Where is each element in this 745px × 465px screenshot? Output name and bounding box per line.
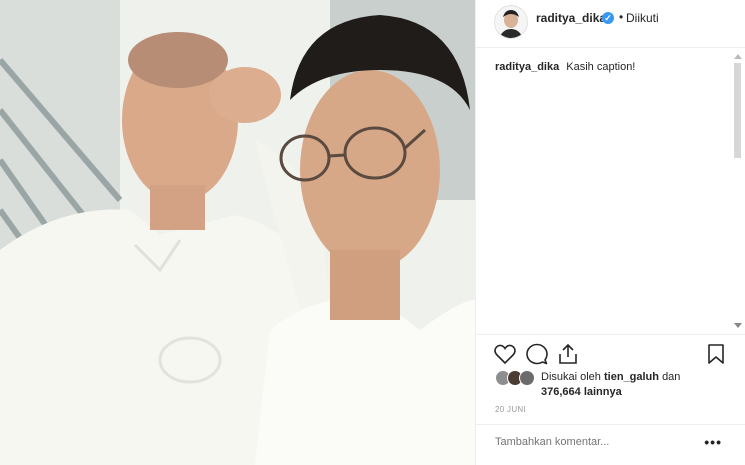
post-header: raditya_dika ✓ • Diikuti	[476, 0, 745, 48]
liked-by-user-link[interactable]: tien_galuh	[604, 371, 659, 383]
share-upload-icon[interactable]	[556, 342, 580, 366]
separator-dot: •	[619, 10, 624, 24]
liked-by-count-link[interactable]: 376,664 lainnya	[541, 386, 622, 398]
username-link[interactable]: raditya_dika	[536, 11, 606, 25]
liker-avatar[interactable]	[519, 370, 535, 386]
verified-badge-icon: ✓	[602, 12, 614, 24]
comment-section: •••	[476, 424, 745, 465]
liked-by-conj: dan	[662, 371, 681, 383]
save-bookmark-icon[interactable]	[704, 342, 728, 366]
post-actions	[476, 334, 745, 374]
caption-username-link[interactable]: raditya_dika	[495, 61, 559, 73]
caption-text: Kasih caption!	[566, 61, 636, 73]
scroll-up-arrow-icon[interactable]	[734, 54, 742, 59]
like-heart-icon[interactable]	[493, 342, 517, 366]
post-date[interactable]: 20 JUNI	[495, 405, 526, 414]
follow-status-button[interactable]: Diikuti	[626, 11, 659, 25]
post-caption: raditya_dika Kasih caption!	[495, 61, 635, 73]
post-photo[interactable]	[0, 0, 475, 465]
comments-scrollbar[interactable]	[732, 54, 743, 328]
post-photo-image	[0, 0, 475, 465]
post-details-panel: raditya_dika ✓ • Diikuti raditya_dika Ka…	[475, 0, 745, 465]
comment-input[interactable]	[493, 435, 697, 449]
liked-by-prefix: Disukai oleh	[541, 371, 601, 383]
comment-bubble-icon[interactable]	[525, 342, 549, 366]
avatar-image	[495, 6, 527, 38]
more-options-icon[interactable]: •••	[704, 434, 722, 450]
avatar[interactable]	[494, 5, 528, 39]
scroll-down-arrow-icon[interactable]	[734, 323, 742, 328]
scroll-thumb[interactable]	[734, 63, 741, 158]
liked-by-text: Disukai oleh tien_galuh dan 376,664 lain…	[541, 370, 680, 400]
